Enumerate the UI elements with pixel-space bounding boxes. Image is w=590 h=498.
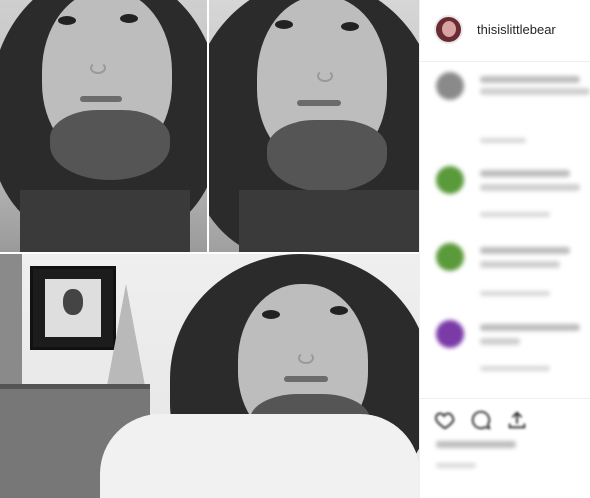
mouth: [80, 96, 122, 102]
author-avatar[interactable]: [434, 15, 463, 44]
instagram-post-view: thisislittlebear: [0, 0, 590, 498]
eye-right: [120, 14, 138, 23]
eye-left: [262, 310, 280, 319]
comment-avatar[interactable]: [436, 320, 464, 348]
comment-text-blurred: [480, 170, 570, 177]
comment-meta-blurred: [480, 138, 526, 143]
comment-avatar[interactable]: [436, 166, 464, 194]
comment-icon[interactable]: [470, 409, 492, 431]
comment-meta-blurred: [480, 212, 550, 217]
mouth: [297, 100, 341, 106]
door-shape: [0, 254, 22, 384]
post-sidebar: thisislittlebear: [419, 0, 590, 498]
author-username[interactable]: thisislittlebear: [477, 22, 556, 37]
post-actions: [420, 398, 590, 498]
avatar-face: [442, 21, 456, 37]
eye-left: [275, 20, 293, 29]
collage-divider-horizontal: [0, 252, 419, 254]
comment-text-blurred: [480, 261, 560, 268]
post-header: thisislittlebear: [420, 0, 590, 62]
comment-text-blurred: [480, 247, 570, 254]
comment-text-blurred: [480, 338, 520, 345]
eye-left: [58, 16, 76, 25]
nose-ring: [317, 70, 333, 82]
comment-text-blurred: [480, 184, 580, 191]
collage-tile-bottom: [0, 254, 419, 498]
post-date-blurred: [436, 463, 476, 468]
tattoo-chest: [239, 190, 419, 252]
collage-tile-top-left: [0, 0, 207, 252]
comment-avatar[interactable]: [436, 243, 464, 271]
comment-text-blurred: [480, 76, 580, 83]
comment-avatar[interactable]: [436, 72, 464, 100]
comment-text-blurred: [480, 324, 580, 331]
comment-text-blurred: [480, 88, 590, 95]
heart-icon[interactable]: [434, 409, 456, 431]
nose-ring: [298, 352, 314, 364]
beard-shape: [50, 110, 170, 180]
post-photo[interactable]: [0, 0, 419, 498]
eye-right: [341, 22, 359, 31]
collage-tile-top-right: [209, 0, 419, 252]
poster-face: [63, 289, 83, 315]
tattoo-chest: [20, 190, 190, 252]
mouth: [284, 376, 328, 382]
share-icon[interactable]: [506, 409, 528, 431]
eye-right: [330, 306, 348, 315]
comment-meta-blurred: [480, 291, 550, 296]
nose-ring: [90, 62, 106, 74]
collage-divider-vertical: [207, 0, 209, 252]
poster-image: [45, 279, 101, 337]
beard-shape: [267, 120, 387, 192]
likes-count-blurred: [436, 441, 516, 448]
shirt-shape: [100, 414, 419, 498]
comment-meta-blurred: [480, 366, 550, 371]
